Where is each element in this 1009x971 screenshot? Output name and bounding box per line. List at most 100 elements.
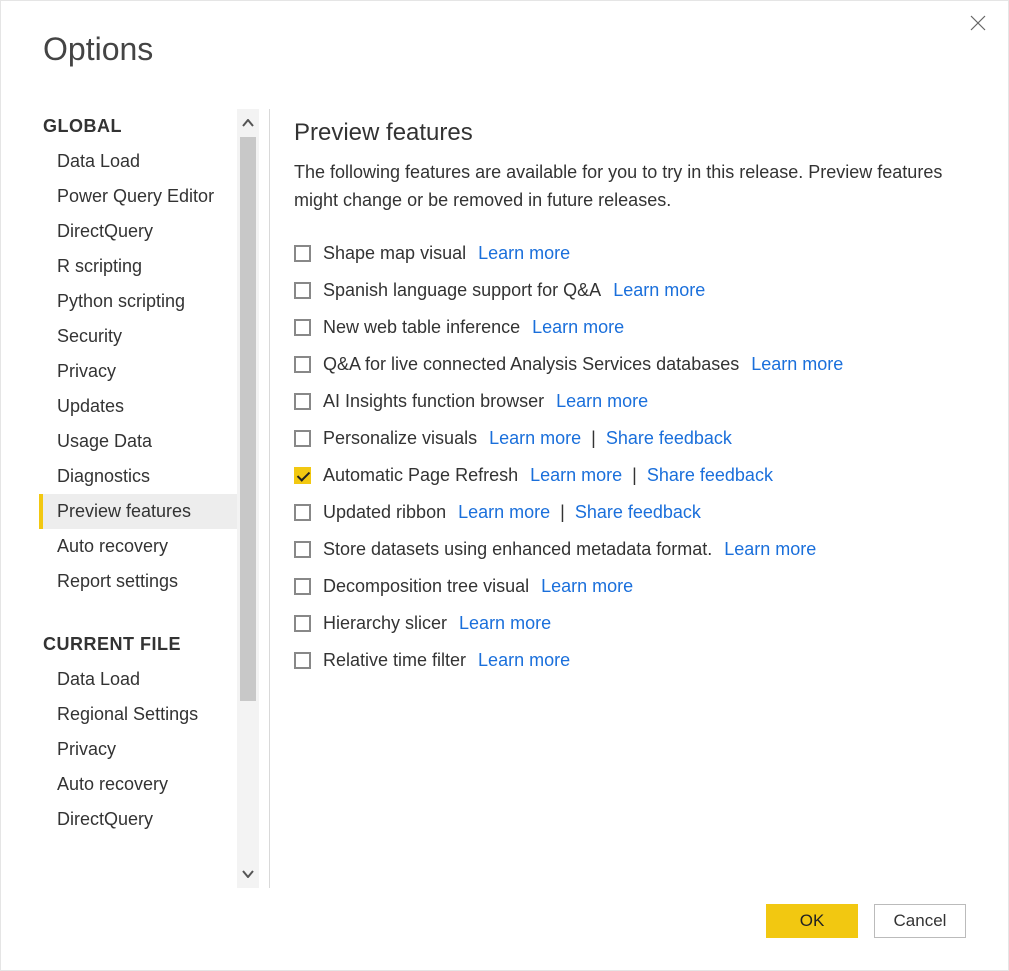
sidebar-item[interactable]: DirectQuery [39, 214, 237, 249]
feature-row: Spanish language support for Q&A Learn mo… [294, 272, 970, 309]
learn-more-link[interactable]: Learn more [613, 280, 705, 301]
feature-row: Store datasets using enhanced metadata f… [294, 531, 970, 568]
feature-label: Personalize visuals [323, 428, 477, 449]
learn-more-link[interactable]: Learn more [751, 354, 843, 375]
link-separator: | [589, 428, 598, 449]
feature-label: New web table inference [323, 317, 520, 338]
feature-label: AI Insights function browser [323, 391, 544, 412]
feature-label: Store datasets using enhanced metadata f… [323, 539, 712, 560]
feature-checkbox[interactable] [294, 393, 311, 410]
feature-links: Learn more | Share feedback [489, 428, 732, 449]
feature-checkbox[interactable] [294, 430, 311, 447]
cancel-button[interactable]: Cancel [874, 904, 966, 938]
sidebar-item[interactable]: Auto recovery [39, 767, 237, 802]
feature-label: Updated ribbon [323, 502, 446, 523]
learn-more-link[interactable]: Learn more [724, 539, 816, 560]
feature-links: Learn more [751, 354, 843, 375]
dialog-title: Options [1, 1, 1008, 68]
share-feedback-link[interactable]: Share feedback [606, 428, 732, 449]
feature-links: Learn more [613, 280, 705, 301]
options-dialog: Options GLOBALData LoadPower Query Edito… [0, 0, 1009, 971]
sidebar-item[interactable]: Security [39, 319, 237, 354]
feature-links: Learn more [532, 317, 624, 338]
sidebar: GLOBALData LoadPower Query EditorDirectQ… [39, 109, 259, 888]
link-separator: | [630, 465, 639, 486]
close-icon[interactable] [970, 15, 990, 35]
feature-row: Updated ribbon Learn more | Share feedback [294, 494, 970, 531]
ok-button[interactable]: OK [766, 904, 858, 938]
feature-label: Automatic Page Refresh [323, 465, 518, 486]
sidebar-item[interactable]: Python scripting [39, 284, 237, 319]
learn-more-link[interactable]: Learn more [478, 650, 570, 671]
sidebar-item[interactable]: Preview features [39, 494, 237, 529]
learn-more-link[interactable]: Learn more [478, 243, 570, 264]
sidebar-item[interactable]: Auto recovery [39, 529, 237, 564]
sidebar-item[interactable]: Updates [39, 389, 237, 424]
feature-label: Q&A for live connected Analysis Services… [323, 354, 739, 375]
content-pane: Preview features The following features … [294, 109, 970, 888]
feature-checkbox[interactable] [294, 615, 311, 632]
feature-links: Learn more [556, 391, 648, 412]
sidebar-item[interactable]: R scripting [39, 249, 237, 284]
feature-checkbox[interactable] [294, 467, 311, 484]
sidebar-item[interactable]: Regional Settings [39, 697, 237, 732]
feature-links: Learn more [478, 243, 570, 264]
feature-checkbox[interactable] [294, 652, 311, 669]
share-feedback-link[interactable]: Share feedback [575, 502, 701, 523]
scrollbar[interactable] [237, 109, 259, 888]
feature-row: Decomposition tree visual Learn more [294, 568, 970, 605]
feature-label: Relative time filter [323, 650, 466, 671]
learn-more-link[interactable]: Learn more [532, 317, 624, 338]
feature-checkbox[interactable] [294, 356, 311, 373]
feature-row: Personalize visuals Learn more | Share feed… [294, 420, 970, 457]
learn-more-link[interactable]: Learn more [489, 428, 581, 449]
feature-checkbox[interactable] [294, 541, 311, 558]
feature-row: Automatic Page Refresh Learn more | Share f… [294, 457, 970, 494]
feature-row: Hierarchy slicer Learn more [294, 605, 970, 642]
learn-more-link[interactable]: Learn more [458, 502, 550, 523]
sidebar-item[interactable]: Data Load [39, 662, 237, 697]
learn-more-link[interactable]: Learn more [556, 391, 648, 412]
scroll-track[interactable] [237, 137, 259, 860]
feature-label: Decomposition tree visual [323, 576, 529, 597]
feature-row: Shape map visual Learn more [294, 235, 970, 272]
feature-checkbox[interactable] [294, 578, 311, 595]
section-title: Preview features [294, 119, 970, 147]
learn-more-link[interactable]: Learn more [459, 613, 551, 634]
section-description: The following features are available for… [294, 159, 954, 215]
feature-checkbox[interactable] [294, 319, 311, 336]
sidebar-item[interactable]: Diagnostics [39, 459, 237, 494]
feature-label: Shape map visual [323, 243, 466, 264]
sidebar-item[interactable]: Data Load [39, 144, 237, 179]
sidebar-item[interactable]: DirectQuery [39, 802, 237, 837]
sidebar-section-header: GLOBAL [39, 109, 237, 144]
sidebar-section-header: CURRENT FILE [39, 627, 237, 662]
feature-checkbox[interactable] [294, 245, 311, 262]
feature-links: Learn more [541, 576, 633, 597]
feature-links: Learn more | Share feedback [458, 502, 701, 523]
sidebar-item[interactable]: Privacy [39, 354, 237, 389]
feature-label: Spanish language support for Q&A [323, 280, 601, 301]
share-feedback-link[interactable]: Share feedback [647, 465, 773, 486]
feature-links: Learn more | Share feedback [530, 465, 773, 486]
scroll-thumb[interactable] [240, 137, 256, 701]
feature-links: Learn more [459, 613, 551, 634]
learn-more-link[interactable]: Learn more [530, 465, 622, 486]
vertical-divider [269, 109, 270, 888]
learn-more-link[interactable]: Learn more [541, 576, 633, 597]
feature-links: Learn more [724, 539, 816, 560]
sidebar-item[interactable]: Power Query Editor [39, 179, 237, 214]
feature-row: Q&A for live connected Analysis Services… [294, 346, 970, 383]
sidebar-item[interactable]: Report settings [39, 564, 237, 599]
sidebar-item[interactable]: Usage Data [39, 424, 237, 459]
feature-checkbox[interactable] [294, 504, 311, 521]
feature-label: Hierarchy slicer [323, 613, 447, 634]
feature-row: AI Insights function browser Learn more [294, 383, 970, 420]
scroll-up-icon[interactable] [237, 109, 259, 137]
feature-checkbox[interactable] [294, 282, 311, 299]
link-separator: | [558, 502, 567, 523]
sidebar-item[interactable]: Privacy [39, 732, 237, 767]
feature-row: New web table inference Learn more [294, 309, 970, 346]
scroll-down-icon[interactable] [237, 860, 259, 888]
dialog-footer: OK Cancel [766, 904, 966, 938]
